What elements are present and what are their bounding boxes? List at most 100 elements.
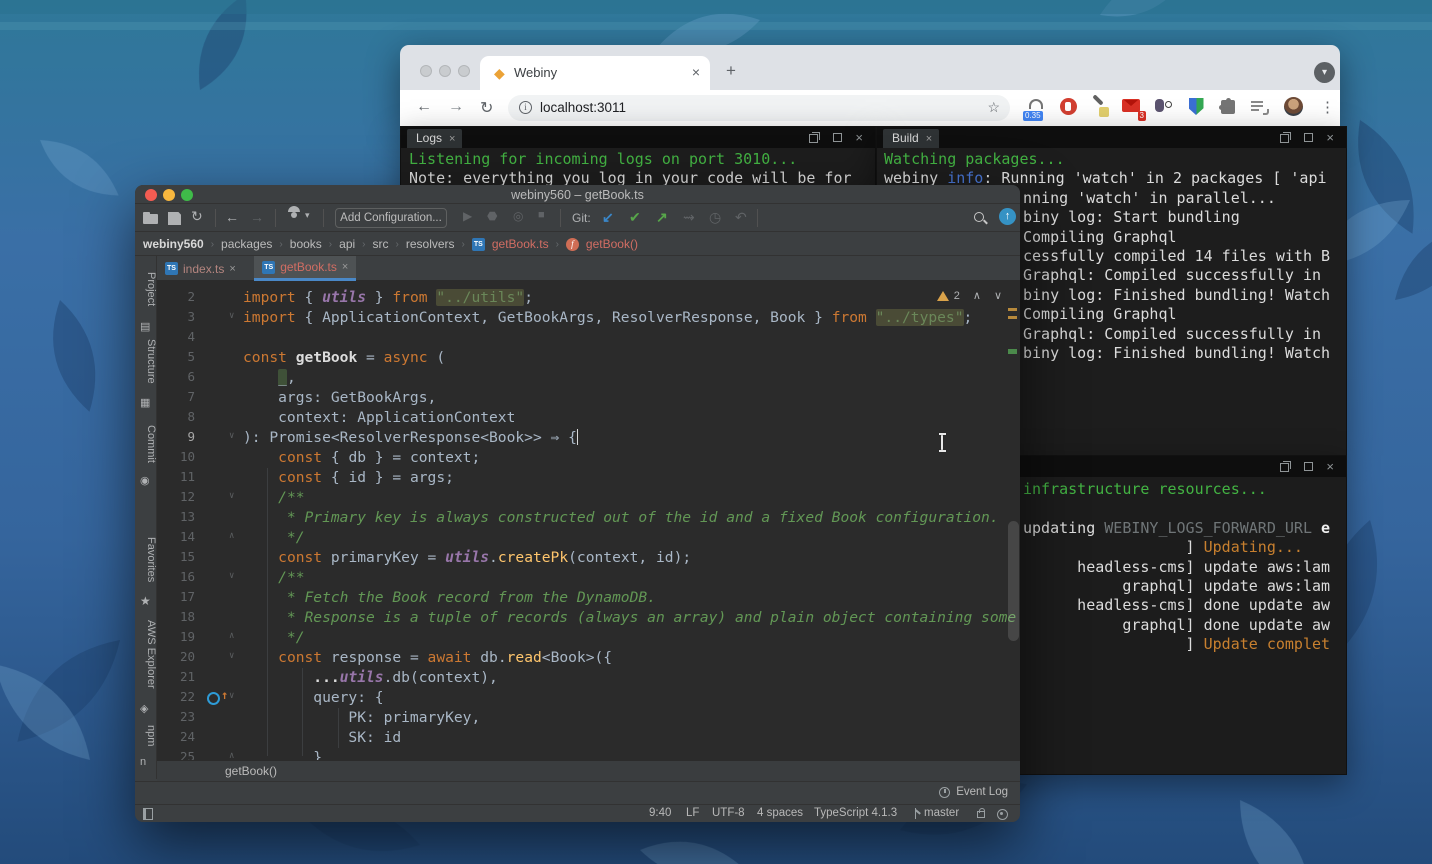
forward-icon[interactable]: → [448, 98, 464, 116]
tab-close-icon[interactable]: × [926, 133, 932, 145]
bookmark-star-icon[interactable]: ☆ [987, 99, 1000, 116]
change-stripe-mark[interactable] [1008, 349, 1017, 354]
inspection-widget[interactable]: 2 ∧ ∨ [937, 289, 1002, 302]
site-info-icon[interactable]: i [519, 101, 532, 114]
editor-tab-index-ts[interactable]: TSindex.ts× [157, 256, 244, 281]
breadcrumb-item-getbook-ts[interactable]: getBook.ts [492, 237, 549, 251]
code-line[interactable]: 18 * Response is a tuple of records (alw… [157, 608, 1020, 628]
git-push-icon[interactable]: ↗ [656, 209, 668, 226]
code-line[interactable]: 7 args: GetBookArgs, [157, 388, 1020, 408]
browser-tab[interactable]: ◆ Webiny × [480, 56, 710, 90]
playlist-icon[interactable] [1250, 97, 1270, 117]
maximize-window-icon[interactable] [833, 133, 842, 142]
shield-icon[interactable] [1186, 97, 1206, 117]
event-log-button[interactable]: Event Log [939, 786, 1008, 798]
tab-close-icon[interactable]: × [449, 133, 455, 145]
line-ending[interactable]: LF [686, 807, 699, 819]
forward-navigate-icon[interactable]: → [250, 209, 264, 225]
tool-stripe-project[interactable]: Project [135, 260, 157, 318]
code-line[interactable]: 16∨ /** [157, 568, 1020, 588]
breadcrumb-item-packages[interactable]: packages [221, 237, 272, 251]
breadcrumb-item-books[interactable]: books [290, 237, 322, 251]
tool-stripe-commit[interactable]: Commit [135, 416, 157, 472]
fold-marker-icon[interactable]: ∧ [229, 631, 234, 641]
new-tab-button[interactable]: + [726, 61, 736, 81]
restore-window-icon[interactable] [1280, 461, 1291, 472]
highlighting-level-icon[interactable] [997, 809, 1008, 820]
restore-window-icon[interactable] [809, 132, 820, 143]
puzzle-extension-icon[interactable] [1218, 97, 1238, 117]
tool-stripe-aws-explorer[interactable]: AWS Explorer [135, 608, 157, 700]
back-navigate-icon[interactable]: ← [225, 209, 239, 225]
code-line[interactable]: 17 * Fetch the Book record from the Dyna… [157, 588, 1020, 608]
terminal-tab-build[interactable]: Build× [883, 129, 939, 148]
meter-extension-icon[interactable]: 0.35 [1026, 97, 1046, 117]
stop-icon[interactable]: ■ [538, 209, 545, 221]
code-editor[interactable]: 2import { utils } from "../utils";3∨impo… [157, 281, 1020, 760]
tab-close-icon[interactable]: × [229, 263, 235, 275]
chevron-down-icon[interactable]: ▾ [305, 210, 310, 221]
code-line[interactable]: 23 PK: primaryKey, [157, 708, 1020, 728]
debug-bug-icon[interactable]: ⬣ [487, 209, 497, 223]
code-line[interactable]: 11 const { id } = args; [157, 468, 1020, 488]
fold-marker-icon[interactable]: ∨ [229, 491, 234, 501]
lock-icon[interactable] [977, 811, 985, 818]
file-encoding[interactable]: UTF-8 [712, 807, 745, 819]
indent-setting[interactable]: 4 spaces [757, 807, 803, 819]
sync-icon[interactable]: ↻ [191, 208, 203, 225]
coverage-icon[interactable]: ◎ [513, 209, 523, 223]
save-all-icon[interactable] [168, 212, 181, 225]
restore-window-icon[interactable] [1280, 132, 1291, 143]
code-line[interactable]: 24 SK: id [157, 728, 1020, 748]
update-available-icon[interactable]: ↑ [999, 208, 1016, 225]
maximize-window-icon[interactable] [1304, 133, 1313, 142]
toolwindow-toggle-icon[interactable] [143, 808, 153, 820]
address-bar[interactable]: i localhost:3011 ☆ [508, 95, 1010, 121]
editor-tab-getbook-ts[interactable]: TSgetBook.ts× [254, 256, 356, 281]
code-line[interactable]: 3∨import { ApplicationContext, GetBookAr… [157, 308, 1020, 328]
profile-avatar[interactable] [1284, 97, 1304, 117]
git-update-icon[interactable]: ↙ [602, 209, 614, 226]
browser-close-button[interactable] [420, 65, 432, 77]
back-icon[interactable]: ← [416, 98, 432, 116]
git-commit-icon[interactable]: ✔ [629, 209, 641, 226]
git-branch-name[interactable]: master [924, 807, 959, 819]
code-line[interactable]: 5const getBook = async ( [157, 348, 1020, 368]
tab-close-icon[interactable]: × [692, 64, 700, 80]
caret-position[interactable]: 9:40 [649, 807, 671, 819]
run-icon[interactable]: ▶ [463, 209, 472, 223]
code-line[interactable]: 15 const primaryKey = utils.createPk(con… [157, 548, 1020, 568]
terminal-tab-bar[interactable]: Logs× × [401, 127, 875, 148]
browser-menu-icon[interactable]: ⋮ [1320, 98, 1335, 116]
code-line[interactable]: 20∨ const response = await db.read<Book>… [157, 648, 1020, 668]
terminal-tab-logs[interactable]: Logs× [407, 129, 462, 148]
code-line[interactable]: 13 * Primary key is always constructed o… [157, 508, 1020, 528]
terminal-tab-bar[interactable]: Build× × [877, 127, 1346, 148]
breadcrumb-item-webiny560[interactable]: webiny560 [143, 237, 204, 251]
cherry-pick-icon[interactable]: ⇝ [683, 209, 695, 226]
code-line[interactable]: 4 [157, 328, 1020, 348]
maximize-window-icon[interactable] [1304, 462, 1313, 471]
code-line[interactable]: 21 ...utils.db(context), [157, 668, 1020, 688]
tab-search-chevron[interactable]: ▾ [1314, 62, 1335, 83]
colorpicker-icon[interactable] [1090, 97, 1110, 117]
code-line[interactable]: 8 context: ApplicationContext [157, 408, 1020, 428]
fold-marker-icon[interactable]: ∨ [229, 431, 234, 441]
warning-stripe-mark[interactable] [1008, 316, 1017, 319]
language-version[interactable]: TypeScript 4.1.3 [814, 807, 897, 819]
code-line[interactable]: 22∨↑ query: { [157, 688, 1020, 708]
search-extension-icon[interactable] [1154, 97, 1174, 117]
fold-marker-icon[interactable]: ∨ [229, 651, 234, 661]
editor-scrollbar[interactable] [1008, 521, 1019, 641]
browser-minimize-button[interactable] [439, 65, 451, 77]
breadcrumb-item-resolvers[interactable]: resolvers [406, 237, 455, 251]
code-line[interactable]: 6 _, [157, 368, 1020, 388]
adblock-icon[interactable] [1058, 97, 1078, 117]
code-line[interactable]: 9∨): Promise<ResolverResponse<Book>> ⇒ { [157, 428, 1020, 448]
code-line[interactable]: 2import { utils } from "../utils"; [157, 288, 1020, 308]
code-line[interactable]: 12∨ /** [157, 488, 1020, 508]
fold-marker-icon[interactable]: ∨ [229, 311, 234, 321]
fold-marker-icon[interactable]: ∨ [229, 571, 234, 581]
breadcrumb-item-api[interactable]: api [339, 237, 355, 251]
close-window-icon[interactable]: × [855, 132, 863, 143]
